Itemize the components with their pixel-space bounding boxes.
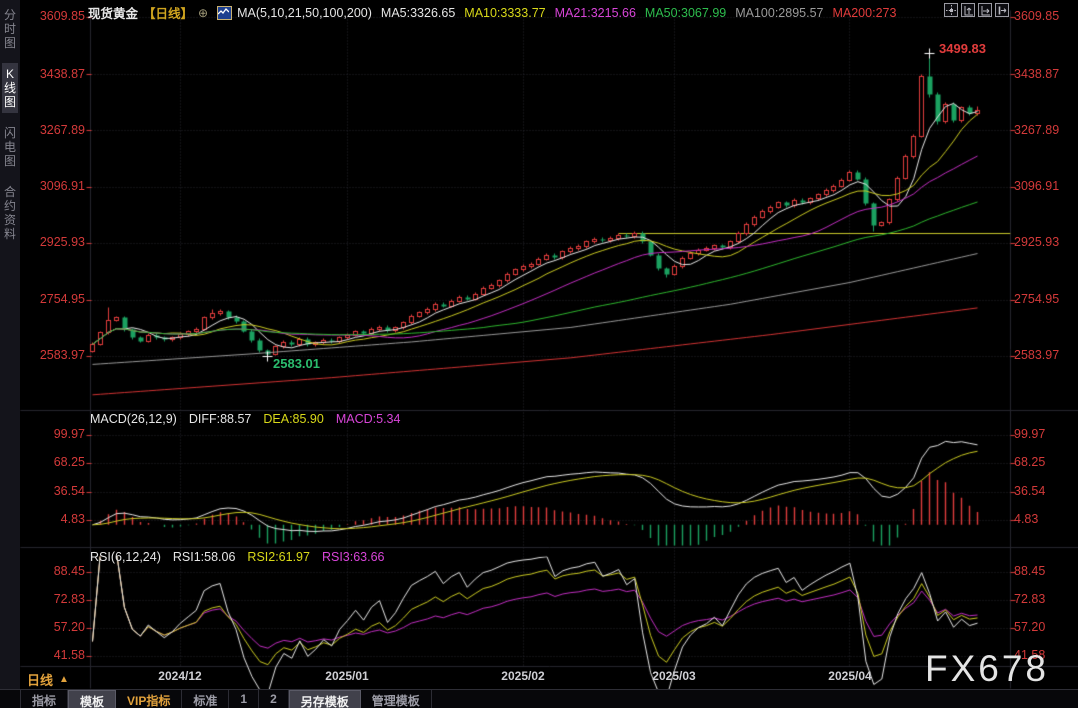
toolbar-manage-template-button[interactable]: 管理模板 bbox=[361, 690, 432, 708]
rsi1-value: RSI1:58.06 bbox=[172, 550, 236, 564]
rsi-axis-label: 72.83 bbox=[53, 592, 85, 606]
watermark: FX678 bbox=[925, 648, 1050, 689]
ma21-value: MA21:3215.66 bbox=[554, 5, 636, 20]
toolbar-slot-2-button[interactable]: 2 bbox=[259, 690, 289, 708]
rsi-title[interactable]: RSI(6,12,24) bbox=[90, 550, 161, 564]
macd-axis-label: 4.83 bbox=[60, 512, 85, 526]
toolbar-template-button[interactable]: 模板 bbox=[68, 690, 117, 708]
toolbar-indicators-button[interactable]: 指标 bbox=[20, 690, 69, 708]
macd-header: MACD(26,12,9) DIFF:88.57 DEA:85.90 MACD:… bbox=[90, 412, 400, 426]
symbol-name: 现货黄金 bbox=[88, 7, 139, 21]
rsi3-value: RSI3:63.66 bbox=[321, 550, 385, 564]
price-axis-label: 2925.93 bbox=[1014, 235, 1060, 249]
toolbar-vip-indicators-button[interactable]: VIP指标 bbox=[116, 690, 183, 708]
macd-axis-label: 99.97 bbox=[53, 427, 85, 441]
toolbar-slot-1-button[interactable]: 1 bbox=[229, 690, 260, 708]
ma-settings-label[interactable]: MA(5,10,21,50,100,200) bbox=[237, 6, 372, 20]
chart-application: 分时图 K线图 闪电图 合约资料 现货黄金 【日线】 ⊕ MA(5,10,21,… bbox=[0, 0, 1078, 708]
price-axis-label: 3438.87 bbox=[39, 67, 85, 81]
rsi-axis-label: 41.58 bbox=[53, 648, 85, 662]
price-axis-label: 2583.97 bbox=[39, 348, 85, 362]
period-label[interactable]: 【日线】 bbox=[143, 3, 193, 22]
fit-vertical-icon[interactable] bbox=[961, 3, 975, 17]
price-axis-label: 3438.87 bbox=[1014, 67, 1060, 81]
shift-right-icon[interactable] bbox=[995, 3, 1009, 17]
chart-type-sidebar: 分时图 K线图 闪电图 合约资料 bbox=[0, 0, 20, 708]
macd-macd-value: MACD:5.34 bbox=[335, 412, 401, 426]
fit-horizontal-icon[interactable] bbox=[978, 3, 992, 17]
month-tick-label: 2024/12 bbox=[158, 669, 202, 683]
low-price-label: 2583.01 bbox=[273, 356, 320, 371]
toolbar-standard-button[interactable]: 标准 bbox=[182, 690, 230, 708]
month-tick-label: 2025/04 bbox=[828, 669, 872, 683]
price-axis-label: 2583.97 bbox=[1014, 348, 1060, 362]
rsi-header: RSI(6,12,24) RSI1:58.06 RSI2:61.97 RSI3:… bbox=[90, 550, 385, 564]
rsi-axis-label: 88.45 bbox=[1014, 564, 1046, 578]
move-tool-icon[interactable] bbox=[944, 3, 958, 17]
price-axis-label: 3267.89 bbox=[39, 123, 85, 137]
high-price-label: 3499.83 bbox=[939, 41, 986, 56]
rsi-axis-label: 72.83 bbox=[1014, 592, 1046, 606]
collapse-icon[interactable]: ⊕ bbox=[198, 6, 208, 20]
sidebar-item-contract-info[interactable]: 合约资料 bbox=[2, 181, 18, 245]
rsi2-value: RSI2:61.97 bbox=[247, 550, 310, 564]
price-axis-label: 3609.85 bbox=[39, 9, 85, 23]
month-tick-label: 2025/01 bbox=[325, 669, 369, 683]
month-tick-label: 2025/03 bbox=[652, 669, 696, 683]
macd-axis-label: 68.25 bbox=[1014, 455, 1046, 469]
price-axis-label: 3267.89 bbox=[1014, 123, 1060, 137]
macd-axis-label: 36.54 bbox=[53, 484, 85, 498]
macd-axis-label: 68.25 bbox=[53, 455, 85, 469]
ma100-value: MA100:2895.57 bbox=[735, 5, 824, 20]
toolbar-save-template-button[interactable]: 另存模板 bbox=[288, 690, 361, 708]
sidebar-item-kline-chart[interactable]: K线图 bbox=[2, 63, 18, 113]
rsi-axis-label: 57.20 bbox=[53, 620, 85, 634]
macd-axis-label: 36.54 bbox=[1014, 484, 1046, 498]
macd-diff-value: DIFF:88.57 bbox=[188, 412, 252, 426]
price-axis-label: 3096.91 bbox=[1014, 179, 1060, 193]
ma50-value: MA50:3067.99 bbox=[644, 5, 727, 20]
sidebar-item-lightning-chart[interactable]: 闪电图 bbox=[2, 122, 18, 172]
chart-header: 现货黄金 【日线】 ⊕ MA(5,10,21,50,100,200) MA5:3… bbox=[88, 3, 896, 22]
period-selector-label: 日线 bbox=[27, 673, 54, 688]
price-axis-label: 3609.85 bbox=[1014, 9, 1060, 23]
macd-dea-value: DEA:85.90 bbox=[263, 412, 324, 426]
ma5-value: MA5:3326.65 bbox=[380, 5, 456, 20]
macd-axis-label: 99.97 bbox=[1014, 427, 1046, 441]
price-axis-label: 2925.93 bbox=[39, 235, 85, 249]
macd-axis-label: 4.83 bbox=[1014, 512, 1039, 526]
mini-chart-icon[interactable] bbox=[217, 5, 233, 20]
price-axis-label: 2754.95 bbox=[39, 292, 85, 306]
price-axis-label: 3096.91 bbox=[39, 179, 85, 193]
chart-canvas[interactable] bbox=[0, 0, 1078, 708]
month-tick-label: 2025/02 bbox=[501, 669, 545, 683]
rsi-axis-label: 57.20 bbox=[1014, 620, 1046, 634]
bottom-toolbar: 指标 模板 VIP指标 标准 1 2 另存模板 管理模板 bbox=[0, 689, 1078, 708]
sidebar-item-time-chart[interactable]: 分时图 bbox=[2, 4, 18, 54]
ma10-value: MA10:3333.77 bbox=[464, 5, 546, 20]
price-axis-label: 2754.95 bbox=[1014, 292, 1060, 306]
period-selector[interactable]: 日线 ▲ bbox=[27, 670, 69, 689]
macd-title[interactable]: MACD(26,12,9) bbox=[90, 412, 177, 426]
rsi-axis-label: 88.45 bbox=[53, 564, 85, 578]
chart-tool-icons bbox=[944, 3, 1009, 17]
ma200-value: MA200:273 bbox=[832, 5, 897, 20]
chevron-up-icon: ▲ bbox=[59, 674, 69, 685]
